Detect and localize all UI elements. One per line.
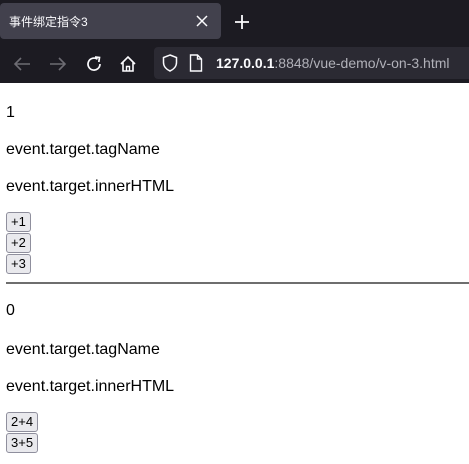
- home-icon[interactable]: [118, 54, 138, 74]
- innerhtml-text: event.target.innerHTML: [6, 178, 175, 195]
- forward-icon[interactable]: [48, 54, 68, 74]
- add-3-5-button[interactable]: 3+5: [6, 433, 39, 453]
- button-group: 2+4 3+5: [6, 412, 463, 453]
- add-1-button[interactable]: +1: [6, 212, 31, 232]
- page-content: 1 event.target.tagName event.target.inne…: [0, 83, 469, 453]
- tab-title: 事件绑定指令3: [9, 14, 88, 29]
- shield-icon[interactable]: [162, 54, 178, 77]
- page-icon: [189, 54, 203, 77]
- tagname-text: event.target.tagName: [6, 141, 160, 158]
- url-bar[interactable]: 127.0.0.1:8848/vue-demo/v-on-3.html: [154, 47, 469, 79]
- tagname-text: event.target.tagName: [6, 341, 160, 358]
- url-text[interactable]: 127.0.0.1:8848/vue-demo/v-on-3.html: [216, 55, 449, 71]
- add-3-button[interactable]: +3: [6, 254, 31, 274]
- counter-value: 0: [6, 302, 15, 319]
- new-tab-icon[interactable]: [232, 12, 252, 32]
- counter-value: 1: [6, 104, 15, 121]
- reload-icon[interactable]: [84, 54, 104, 74]
- browser-chrome: 事件绑定指令3 127.0.0.1:8848/vue-demo/v-on-3.h…: [0, 0, 469, 83]
- button-group: +1 +2 +3: [6, 212, 463, 274]
- section-2: 0 event.target.tagName event.target.inne…: [6, 284, 463, 453]
- innerhtml-text: event.target.innerHTML: [6, 378, 175, 395]
- back-icon[interactable]: [12, 54, 32, 74]
- tab-strip: 事件绑定指令3: [0, 0, 469, 44]
- section-1: 1 event.target.tagName event.target.inne…: [6, 83, 463, 274]
- add-2-4-button[interactable]: 2+4: [6, 412, 39, 432]
- close-icon[interactable]: [194, 13, 210, 29]
- browser-tab[interactable]: 事件绑定指令3: [0, 3, 221, 39]
- nav-bar: 127.0.0.1:8848/vue-demo/v-on-3.html: [0, 44, 469, 83]
- add-2-button[interactable]: +2: [6, 233, 31, 253]
- url-path: :8848/vue-demo/v-on-3.html: [274, 55, 450, 71]
- url-host: 127.0.0.1: [216, 55, 275, 71]
